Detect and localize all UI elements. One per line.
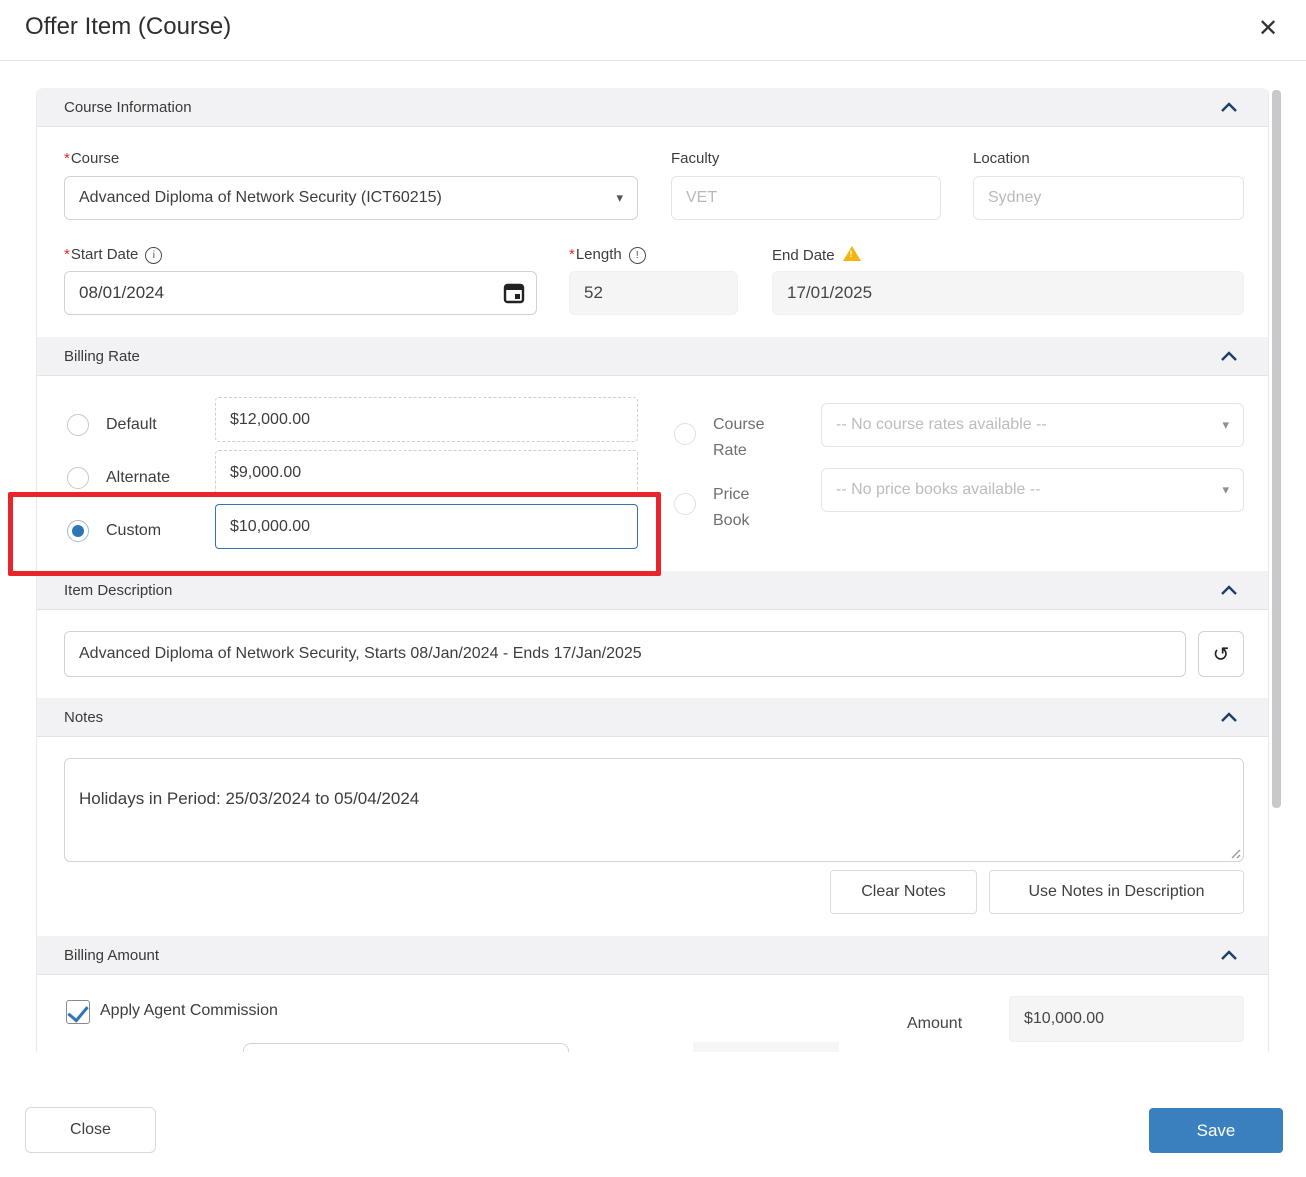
length-field — [569, 271, 738, 315]
info-icon: ! — [629, 247, 646, 264]
course-rate-select-value: -- No course rates available -- — [836, 416, 1047, 434]
chevron-up-icon[interactable] — [1220, 950, 1238, 961]
radio-course-rate-label: Course Rate — [713, 412, 777, 464]
chevron-up-icon[interactable] — [1220, 102, 1238, 113]
clipped-field[interactable] — [243, 1043, 569, 1052]
start-date-label: *Start Datei — [64, 246, 162, 264]
course-label: *Course — [64, 150, 119, 167]
end-date-label: End Date! — [772, 246, 861, 264]
chevron-down-icon: ▾ — [1222, 482, 1229, 498]
calendar-icon[interactable] — [503, 282, 525, 309]
radio-price-book-label: Price Book — [713, 482, 777, 534]
radio-price-book[interactable] — [674, 493, 696, 515]
history-icon: ↺ — [1213, 642, 1230, 667]
section-header-billing-rate[interactable]: Billing Rate — [37, 337, 1268, 376]
close-button[interactable]: Close — [25, 1107, 156, 1153]
radio-alternate-label: Alternate — [106, 469, 170, 487]
scrollbar-thumb[interactable] — [1272, 90, 1281, 808]
notes-textarea[interactable]: Holidays in Period: 25/03/2024 to 05/04/… — [64, 758, 1244, 862]
faculty-field — [671, 176, 941, 220]
radio-alternate[interactable] — [67, 467, 89, 489]
location-field — [973, 176, 1244, 220]
chevron-up-icon[interactable] — [1220, 585, 1238, 596]
amount-label: Amount — [907, 1015, 962, 1033]
location-label: Location — [973, 150, 1030, 167]
offer-item-form: Course Information *Course Advanced Dipl… — [36, 88, 1269, 1052]
save-button[interactable]: Save — [1149, 1108, 1283, 1153]
radio-default-label: Default — [106, 416, 157, 434]
warning-icon: ! — [843, 246, 861, 261]
chevron-down-icon: ▾ — [616, 190, 623, 206]
apply-agent-commission-checkbox[interactable] — [66, 1000, 90, 1024]
section-title: Course Information — [64, 99, 1220, 116]
radio-custom[interactable] — [67, 520, 89, 542]
apply-agent-commission-label: Apply Agent Commission — [100, 1002, 278, 1020]
info-icon: i — [145, 247, 162, 264]
faculty-label: Faculty — [671, 150, 719, 167]
use-notes-in-description-button[interactable]: Use Notes in Description — [989, 870, 1244, 914]
course-select-value: Advanced Diploma of Network Security (IC… — [79, 189, 442, 207]
section-title: Item Description — [64, 582, 1220, 599]
radio-custom-label: Custom — [106, 522, 161, 540]
chevron-up-icon[interactable] — [1220, 712, 1238, 723]
section-header-billing-amount[interactable]: Billing Amount — [37, 936, 1268, 975]
section-title: Notes — [64, 709, 1220, 726]
default-rate-field — [215, 397, 638, 442]
item-description-field[interactable] — [64, 631, 1186, 677]
chevron-down-icon: ▾ — [1222, 417, 1229, 433]
radio-default[interactable] — [67, 414, 89, 436]
radio-course-rate[interactable] — [674, 423, 696, 445]
clear-notes-button[interactable]: Clear Notes — [830, 870, 977, 914]
close-icon[interactable]: ✕ — [1251, 12, 1285, 46]
price-book-select: -- No price books available -- ▾ — [821, 468, 1244, 512]
section-header-item-description[interactable]: Item Description — [37, 571, 1268, 610]
section-header-notes[interactable]: Notes — [37, 698, 1268, 737]
end-date-field — [772, 271, 1244, 315]
alternate-rate-field — [215, 450, 638, 495]
reset-description-button[interactable]: ↺ — [1198, 631, 1244, 677]
modal-header: Offer Item (Course) ✕ — [0, 0, 1306, 61]
chevron-up-icon[interactable] — [1220, 351, 1238, 362]
modal-title: Offer Item (Course) — [25, 13, 231, 41]
section-header-course-information[interactable]: Course Information — [37, 88, 1268, 127]
start-date-field[interactable] — [64, 271, 537, 315]
amount-field — [1009, 996, 1244, 1042]
course-select[interactable]: Advanced Diploma of Network Security (IC… — [64, 176, 638, 220]
course-rate-select: -- No course rates available -- ▾ — [821, 403, 1244, 447]
clipped-disabled-field — [693, 1042, 839, 1052]
price-book-select-value: -- No price books available -- — [836, 481, 1041, 499]
custom-rate-field[interactable] — [215, 504, 638, 549]
section-title: Billing Amount — [64, 947, 1220, 964]
length-label: *Length! — [569, 246, 646, 264]
section-title: Billing Rate — [64, 348, 1220, 365]
